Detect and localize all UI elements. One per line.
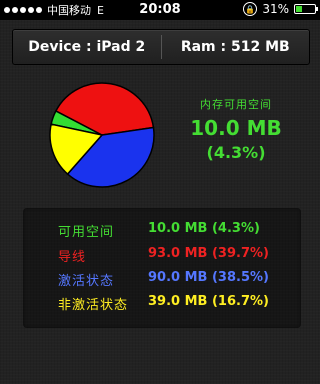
- device-model: Device : iPad 2: [28, 39, 146, 55]
- rotation-lock-icon: 🔒: [243, 2, 258, 16]
- stat-label: 可用空间: [58, 225, 115, 240]
- stat-row-wired: 导线 93.0 MB (39.7%): [23, 246, 301, 266]
- device-info-bar: Device : iPad 2 Ram : 512 MB: [12, 29, 310, 65]
- free-memory-title: 内存可用空间: [200, 98, 272, 111]
- status-bar: 中国移动 E 20:08 🔒 31%: [0, 0, 320, 20]
- stat-row-inactive: 非激活状态 39.0 MB (16.7%): [23, 294, 301, 314]
- stat-value: 90.0 MB (38.5%): [148, 270, 269, 285]
- memory-stats-table: 可用空间 10.0 MB (4.3%) 导线 93.0 MB (39.7%) 激…: [23, 208, 301, 328]
- stat-label: 导线: [58, 250, 87, 265]
- battery-icon: [294, 4, 318, 14]
- stat-row-active: 激活状态 90.0 MB (38.5%): [23, 270, 301, 290]
- memory-chart-panel: 内存可用空间 10.0 MB (4.3%): [20, 71, 302, 189]
- stat-label: 非激活状态: [58, 298, 129, 313]
- free-memory-value: 10.0 MB: [190, 116, 282, 140]
- battery-percent: 31%: [262, 2, 289, 16]
- memory-pie-chart: [49, 82, 155, 188]
- stat-value: 39.0 MB (16.7%): [148, 294, 269, 309]
- memory-monitor-screen: 中国移动 E 20:08 🔒 31% Device : iPad 2 Ram :…: [0, 0, 320, 384]
- ram-total: Ram : 512 MB: [180, 39, 290, 55]
- stat-label: 激活状态: [58, 274, 115, 289]
- free-memory-percent: (4.3%): [206, 143, 266, 162]
- battery-level-fill: [296, 6, 302, 12]
- stat-value: 93.0 MB (39.7%): [148, 246, 269, 261]
- stat-row-free: 可用空间 10.0 MB (4.3%): [23, 221, 301, 241]
- stat-value: 10.0 MB (4.3%): [148, 221, 260, 236]
